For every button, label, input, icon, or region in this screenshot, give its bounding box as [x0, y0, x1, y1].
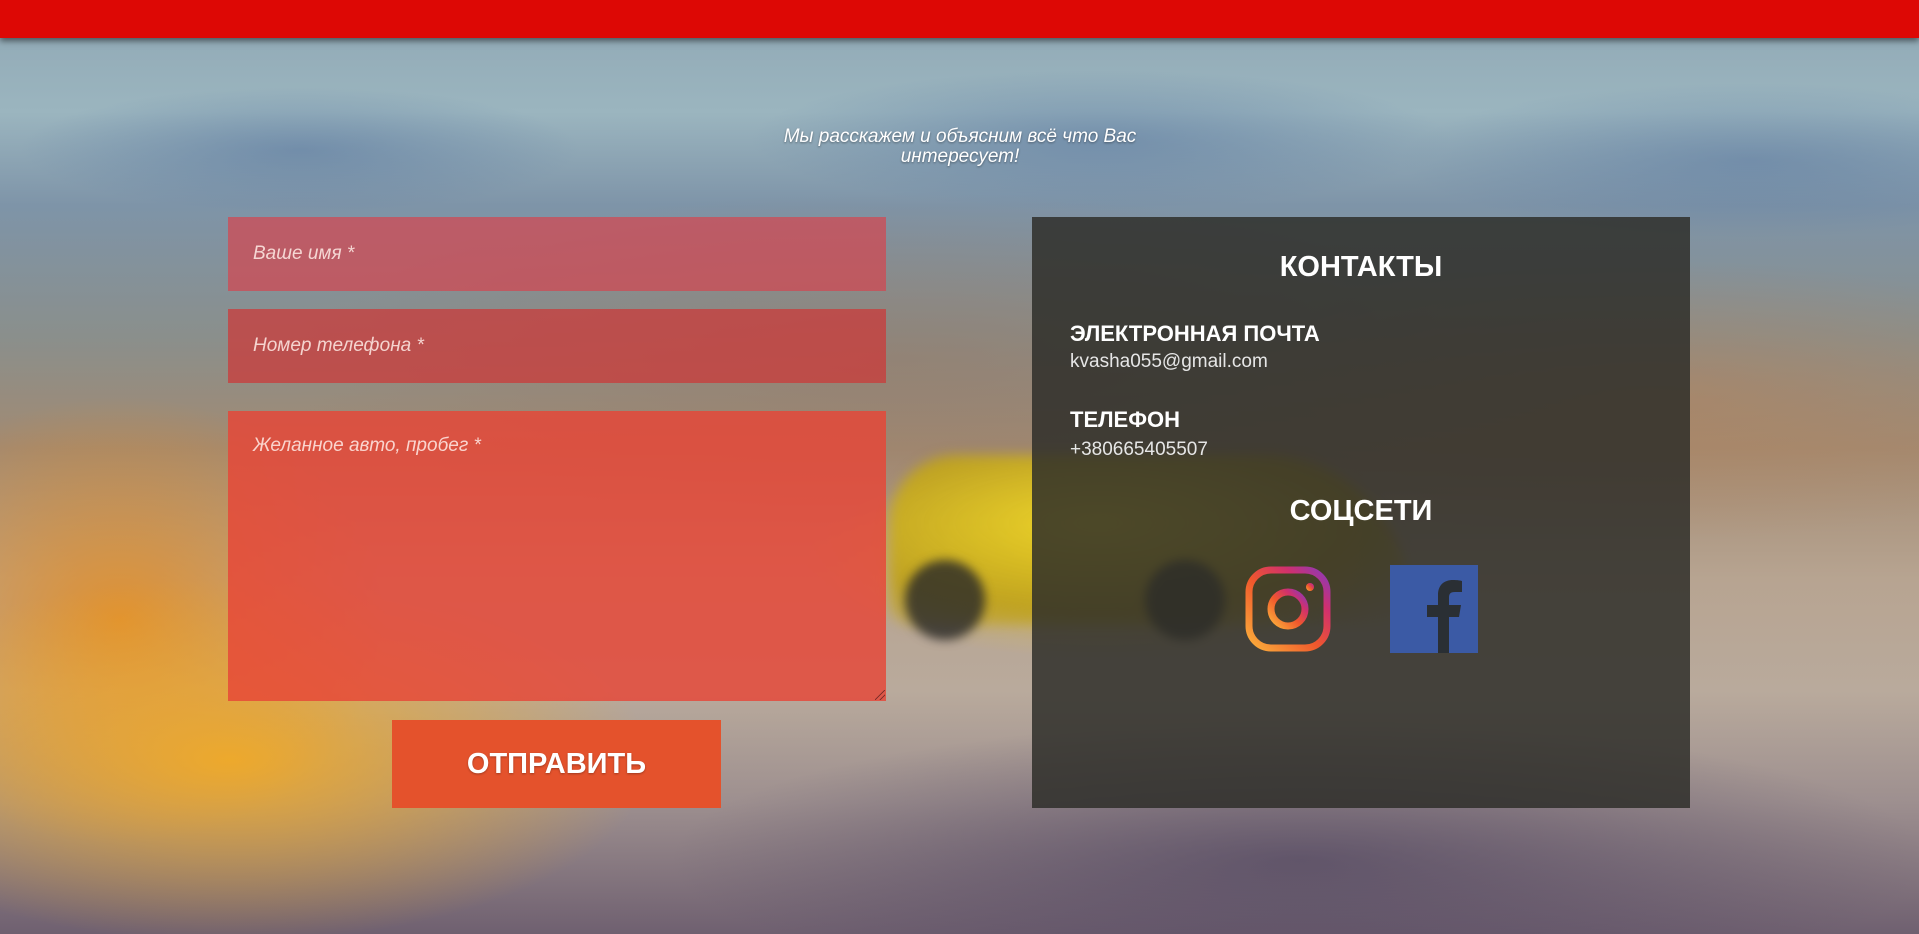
contacts-panel: КОНТАКТЫ ЭЛЕКТРОННАЯ ПОЧТА kvasha055@gma…	[1032, 217, 1690, 808]
top-bar	[0, 0, 1919, 38]
phone-value: +380665405507	[1070, 439, 1208, 460]
tagline: Мы расскажем и объясним всё что Вас инте…	[783, 126, 1137, 167]
background-car-wheel	[905, 560, 985, 640]
email-value: kvasha055@gmail.com	[1070, 351, 1268, 372]
name-input[interactable]	[228, 217, 886, 291]
facebook-link[interactable]	[1390, 565, 1478, 653]
email-label: ЭЛЕКТРОННАЯ ПОЧТА	[1070, 321, 1320, 346]
phone-input[interactable]	[228, 309, 886, 383]
phone-label: ТЕЛЕФОН	[1070, 407, 1180, 432]
social-title: СОЦСЕТИ	[1289, 495, 1433, 527]
instagram-link[interactable]	[1244, 565, 1332, 653]
submit-button[interactable]: ОТПРАВИТЬ	[392, 720, 721, 808]
instagram-icon	[1245, 566, 1331, 652]
textarea-resize-handle[interactable]	[875, 690, 885, 700]
contacts-title: КОНТАКТЫ	[1279, 251, 1443, 283]
car-mileage-textarea[interactable]	[228, 411, 886, 701]
facebook-icon	[1390, 565, 1478, 653]
